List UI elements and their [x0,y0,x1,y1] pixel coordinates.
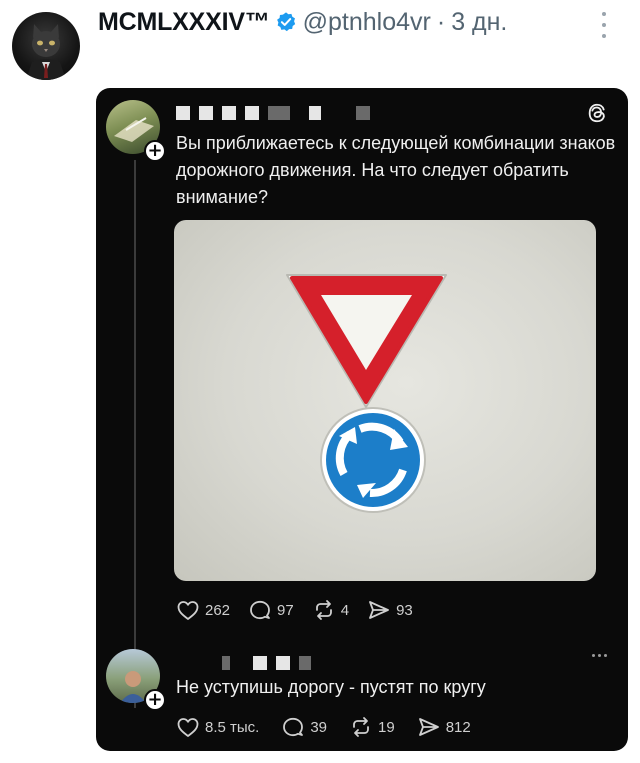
meta-separator: · [436,7,446,36]
author-avatar[interactable] [12,12,80,80]
like-count: 262 [205,601,231,619]
heart-icon [177,601,199,620]
redacted-username [222,656,311,670]
repost-button[interactable]: 4 [312,599,349,621]
reply-button[interactable]: 39 [281,716,327,738]
share-button[interactable]: 93 [367,599,413,621]
reply-count: 97 [277,601,294,619]
post-image[interactable] [174,220,596,581]
threads-screenshot: + Вы приближаетесь к следующей комбинаци… [96,88,628,751]
like-count: 8.5 тыс. [205,718,260,736]
threads-logo-icon [588,103,605,123]
heart-icon [177,718,199,737]
share-count: 93 [396,601,413,619]
tweet-author-row: MCMLXXXIV™ @ptnhlo4vr · 3 дн. [98,4,507,40]
comment-icon [250,600,270,620]
thread-line [134,160,136,708]
like-button[interactable]: 262 [176,599,230,621]
verified-badge-icon [276,12,295,32]
reply-stats: 8.5 тыс. 39 19 812 [176,716,493,738]
repost-count: 19 [378,718,395,736]
yield-triangle-sign [286,274,447,408]
more-horizontal-icon[interactable] [592,654,607,657]
repost-button[interactable]: 19 [349,716,395,738]
share-count: 812 [445,718,471,736]
redacted-username [176,106,370,120]
author-handle[interactable]: @ptnhlo4vr [303,8,431,37]
like-button[interactable]: 8.5 тыс. [176,716,259,738]
tweet-time[interactable]: 3 дн. [451,8,507,37]
send-icon [418,718,439,736]
cat-in-suit-avatar-icon [26,24,66,80]
road-signs-image [286,274,447,513]
repost-icon [315,600,332,620]
roundabout-sign [320,407,426,513]
follow-plus-icon[interactable]: + [144,140,166,162]
reply-button[interactable]: 97 [248,599,294,621]
reply-count: 39 [310,718,328,736]
share-button[interactable]: 812 [417,716,471,738]
reply-text: Не уступишь дорогу - пустят по кругу [176,677,486,697]
repost-count: 4 [340,601,350,619]
follow-plus-icon[interactable]: + [144,689,166,711]
more-vertical-icon[interactable] [600,12,608,38]
author-name[interactable]: MCMLXXXIV™ [98,8,270,37]
post-text: Вы приближаетесь к следующей комбинации … [176,133,616,207]
send-icon [369,601,389,619]
post-stats: 262 97 4 93 [176,599,431,621]
comment-icon [283,717,304,737]
repost-icon [353,717,369,737]
